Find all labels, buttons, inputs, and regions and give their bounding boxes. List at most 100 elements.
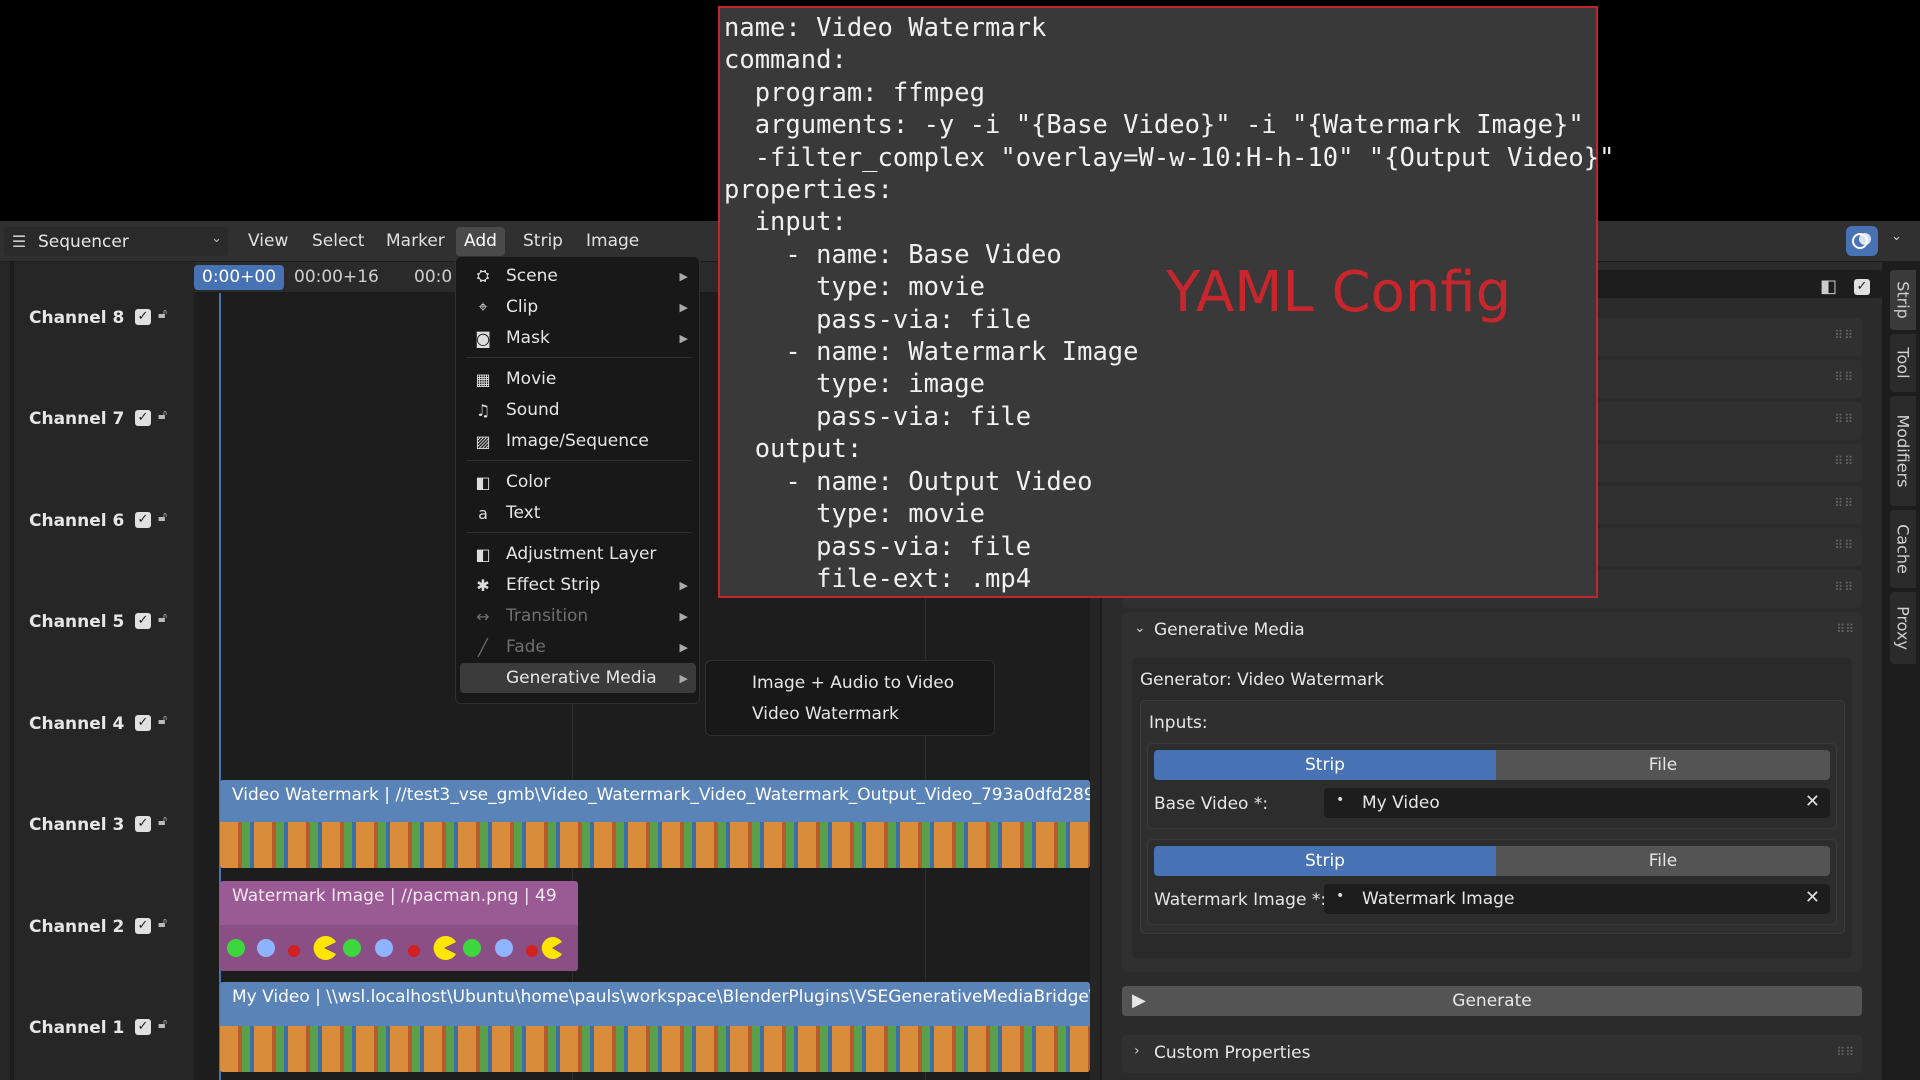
drag-handle-icon[interactable]: ⠿⠿ (1836, 622, 1854, 636)
unlock-icon[interactable]: 🔓︎ (158, 1016, 178, 1034)
clear-icon[interactable]: ✕ (1805, 887, 1820, 908)
channel-name: Channel 5 (29, 612, 125, 632)
tab-tool[interactable]: Tool (1890, 334, 1916, 392)
channel-mute-checkbox[interactable]: ✓ (135, 816, 151, 832)
submenu-item-video-watermark[interactable]: Video Watermark (752, 704, 899, 724)
unlock-icon[interactable]: 🔓︎ (158, 813, 178, 831)
strip-bullet-icon: • (1336, 792, 1345, 808)
menu-item-image-sequence[interactable]: ▨ Image/Sequence (460, 426, 696, 456)
editor-type-dropdown[interactable]: ☰ Sequencer ⌄ (4, 227, 228, 256)
image-strip-watermark[interactable]: Watermark Image | //pacman.png | 49 (220, 881, 578, 971)
unlock-icon[interactable]: 🔓︎ (158, 712, 178, 730)
channel-row-3: Channel 3 ✓ 🔓︎ (0, 769, 194, 869)
custom-properties-panel[interactable]: › Custom Properties ⠿⠿ (1122, 1035, 1862, 1073)
channel-row-2: Channel 2 ✓ 🔓︎ (0, 871, 194, 971)
drag-handle-icon[interactable]: ⠿⠿ (1834, 496, 1854, 510)
channel-mute-checkbox[interactable]: ✓ (135, 1019, 151, 1035)
menu-item-mask[interactable]: ◙ Mask ▶ (460, 323, 696, 353)
menu-item-generative-media[interactable]: Generative Media ▶ (460, 663, 696, 693)
menu-item-sound[interactable]: ♫ Sound (460, 395, 696, 425)
ruler-tick: 00:00+16 (294, 267, 379, 287)
tab-strip[interactable]: Strip (1890, 270, 1916, 330)
strip-selector-value: Watermark Image (1362, 889, 1515, 909)
menu-item-label: Scene (506, 266, 558, 286)
tab-label: Cache (1893, 524, 1913, 574)
unlock-icon[interactable]: 🔓︎ (158, 610, 178, 628)
movie-strip-my-video[interactable]: My Video | \\wsl.localhost\Ubuntu\home\p… (220, 982, 1090, 1072)
submenu-arrow-icon: ▶ (679, 671, 688, 685)
menu-add[interactable]: Add (456, 227, 505, 256)
fade-icon: ╱ (478, 637, 488, 657)
mode-strip-button[interactable]: Strip (1154, 846, 1496, 876)
strip-enable-checkbox[interactable]: ✓ (1854, 279, 1870, 295)
mode-file-button[interactable]: File (1496, 750, 1830, 780)
channel-mute-checkbox[interactable]: ✓ (135, 309, 151, 325)
channel-row-5: Channel 5 ✓ 🔓︎ (0, 566, 194, 666)
menu-strip[interactable]: Strip (515, 227, 571, 256)
menu-item-text[interactable]: a Text (460, 498, 696, 528)
menu-item-scene[interactable]: ⛭ Scene ▶ (460, 261, 696, 291)
tab-proxy[interactable]: Proxy (1890, 592, 1916, 664)
generate-button[interactable]: ▶ Generate (1122, 986, 1862, 1016)
movie-icon: ▦ (475, 369, 491, 389)
submenu-arrow-icon: ▶ (679, 578, 688, 592)
menu-item-movie[interactable]: ▦ Movie (460, 364, 696, 394)
channel-mute-checkbox[interactable]: ✓ (135, 410, 151, 426)
menu-select[interactable]: Select (304, 227, 372, 256)
unlock-icon[interactable]: 🔓︎ (158, 509, 178, 527)
menu-separator (466, 532, 692, 533)
strip-thumbnails (220, 822, 1090, 868)
menu-item-fade[interactable]: ╱ Fade ▶ (460, 632, 696, 662)
channel-name: Channel 3 (29, 815, 125, 835)
strip-selector-field[interactable]: • My Video ✕ (1324, 788, 1830, 818)
menu-view[interactable]: View (240, 227, 296, 256)
sound-icon: ♫ (475, 400, 491, 420)
menu-item-label: Mask (506, 328, 550, 348)
channel-mute-checkbox[interactable]: ✓ (135, 918, 151, 934)
tab-cache[interactable]: Cache (1890, 510, 1916, 588)
channel-mute-checkbox[interactable]: ✓ (135, 715, 151, 731)
unlock-icon[interactable]: 🔓︎ (158, 407, 178, 425)
drag-handle-icon[interactable]: ⠿⠿ (1834, 580, 1854, 594)
clear-icon[interactable]: ✕ (1805, 791, 1820, 812)
chevron-right-icon: › (1134, 1043, 1140, 1059)
unlock-icon[interactable]: 🔓︎ (158, 915, 178, 933)
unlock-icon[interactable]: 🔓︎ (158, 306, 178, 324)
menu-item-effect-strip[interactable]: ✱ Effect Strip ▶ (460, 570, 696, 600)
generative-media-body: Generator: Video Watermark Inputs: Strip… (1132, 658, 1852, 958)
drag-handle-icon[interactable]: ⠿⠿ (1834, 370, 1854, 384)
current-time-indicator[interactable]: 0:00+00 (194, 265, 285, 290)
tab-modifiers[interactable]: Modifiers (1890, 396, 1916, 506)
channel-name: Channel 7 (29, 409, 125, 429)
tab-label: Strip (1893, 281, 1913, 319)
drag-handle-icon[interactable]: ⠿⠿ (1836, 1045, 1854, 1059)
menu-item-clip[interactable]: ⌖ Clip ▶ (460, 292, 696, 322)
drag-handle-icon[interactable]: ⠿⠿ (1834, 412, 1854, 426)
input-label: Watermark Image *: (1154, 890, 1327, 910)
overlay-toggle-button[interactable] (1846, 226, 1878, 256)
drag-handle-icon[interactable]: ⠿⠿ (1834, 454, 1854, 468)
menu-marker[interactable]: Marker (378, 227, 453, 256)
mode-file-button[interactable]: File (1496, 846, 1830, 876)
generative-media-panel-header[interactable]: ⌄ Generative Media ⠿⠿ (1122, 612, 1862, 650)
menu-image[interactable]: Image (578, 227, 647, 256)
strip-selector-field[interactable]: • Watermark Image ✕ (1324, 884, 1830, 914)
channel-name: Channel 6 (29, 511, 125, 531)
mode-strip-button[interactable]: Strip (1154, 750, 1496, 780)
menu-item-transition[interactable]: ↔ Transition ▶ (460, 601, 696, 631)
channel-mute-checkbox[interactable]: ✓ (135, 512, 151, 528)
generative-media-submenu: Image + Audio to Video Video Watermark (705, 660, 995, 736)
generator-label: Generator: Video Watermark (1140, 670, 1384, 690)
transition-icon: ↔ (476, 606, 490, 626)
chevron-down-icon[interactable]: ⌄ (1891, 229, 1902, 244)
channel-mute-checkbox[interactable]: ✓ (135, 613, 151, 629)
menu-item-color[interactable]: ◧ Color (460, 467, 696, 497)
drag-handle-icon[interactable]: ⠿⠿ (1834, 538, 1854, 552)
scene-icon: ⛭ (476, 266, 490, 285)
drag-handle-icon[interactable]: ⠿⠿ (1834, 328, 1854, 342)
submenu-item-image-audio-to-video[interactable]: Image + Audio to Video (752, 673, 954, 693)
channel-name: Channel 2 (29, 917, 125, 937)
strip-label: My Video | \\wsl.localhost\Ubuntu\home\p… (232, 987, 1090, 1007)
movie-strip-video-watermark[interactable]: Video Watermark | //test3_vse_gmb\Video_… (220, 780, 1090, 868)
menu-item-adjustment-layer[interactable]: ◧ Adjustment Layer (460, 539, 696, 569)
